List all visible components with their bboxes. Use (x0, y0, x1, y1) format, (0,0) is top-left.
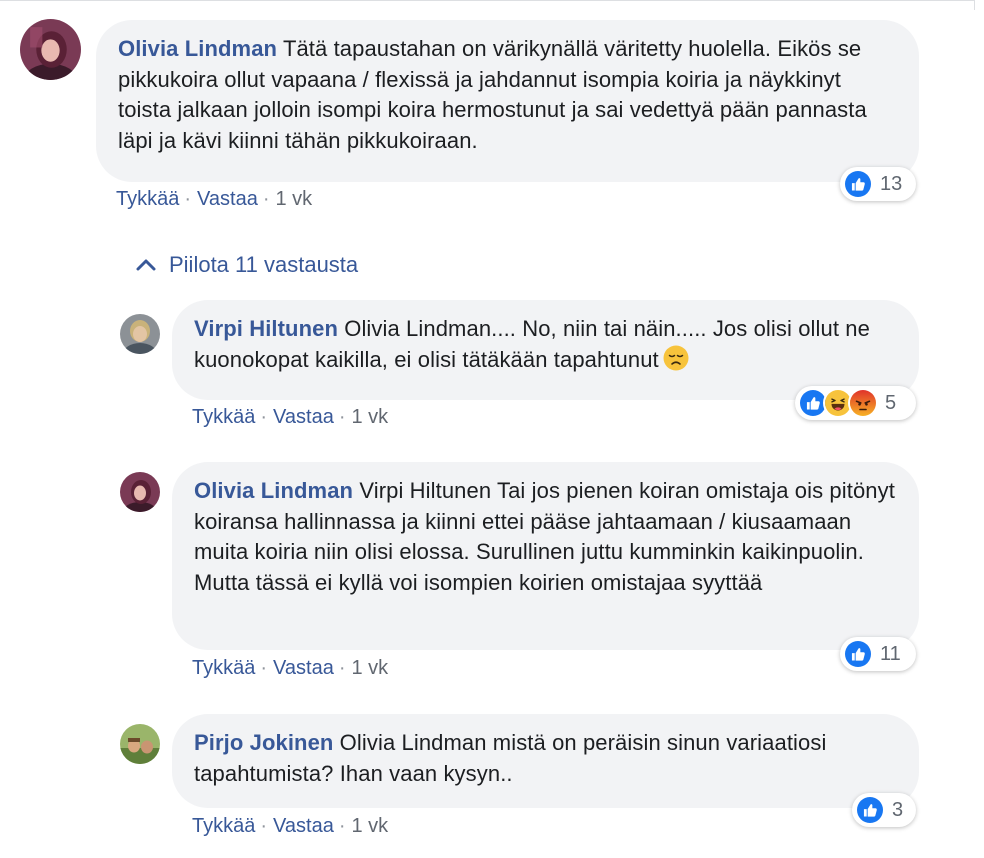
like-link[interactable]: Tykkää (192, 657, 255, 679)
top-border (0, 0, 975, 1)
right-border (974, 0, 975, 10)
reaction-summary[interactable]: 13 (840, 167, 916, 201)
avatar[interactable] (20, 19, 81, 80)
separator-dot: · (338, 815, 346, 837)
separator-dot: · (262, 188, 270, 210)
reaction-summary[interactable]: 3 (852, 793, 916, 827)
comment-bubble: Virpi Hiltunen Olivia Lindman.... No, ni… (172, 300, 919, 400)
avatar[interactable] (120, 724, 160, 764)
like-reaction-icon (843, 639, 873, 669)
comment-author[interactable]: Virpi Hiltunen (194, 316, 338, 341)
comment-author[interactable]: Pirjo Jokinen (194, 730, 333, 755)
comment-bubble: Olivia Lindman Tätä tapaustahan on värik… (96, 20, 919, 182)
reaction-count: 3 (892, 798, 904, 821)
hide-replies-label: Piilota 11 vastausta (169, 252, 359, 277)
avatar[interactable] (120, 472, 160, 512)
comment-timestamp[interactable]: 1 vk (351, 815, 388, 837)
reply-link[interactable]: Vastaa (197, 188, 258, 210)
comment-author[interactable]: Olivia Lindman (194, 478, 353, 503)
separator-dot: · (338, 657, 346, 679)
reaction-summary[interactable]: 11 (840, 637, 916, 671)
comment-actions: Tykkää · Vastaa · 1 vk (192, 815, 388, 838)
avatar[interactable] (120, 314, 160, 354)
comment-timestamp[interactable]: 1 vk (275, 188, 312, 210)
comment-bubble: Pirjo Jokinen Olivia Lindman mistä on pe… (172, 714, 919, 808)
like-link[interactable]: Tykkää (192, 406, 255, 428)
hide-replies-toggle[interactable]: Piilota 11 vastausta (135, 252, 358, 278)
separator-dot: · (260, 406, 268, 428)
comment-author[interactable]: Olivia Lindman (118, 36, 277, 61)
like-reaction-icon (843, 169, 873, 199)
separator-dot: · (260, 815, 268, 837)
comment-timestamp[interactable]: 1 vk (351, 406, 388, 428)
reaction-summary[interactable]: 5 (795, 386, 916, 420)
separator-dot: · (338, 406, 346, 428)
like-link[interactable]: Tykkää (192, 815, 255, 837)
like-reaction-icon (855, 795, 885, 825)
separator-dot: · (184, 188, 192, 210)
reaction-count: 13 (880, 172, 903, 195)
reaction-count: 5 (885, 391, 897, 414)
comment-actions: Tykkää · Vastaa · 1 vk (192, 406, 388, 429)
reply-link[interactable]: Vastaa (273, 657, 334, 679)
comment-bubble: Olivia Lindman Virpi Hiltunen Tai jos pi… (172, 462, 919, 650)
comment-actions: Tykkää · Vastaa · 1 vk (192, 657, 388, 680)
comment-timestamp[interactable]: 1 vk (351, 657, 388, 679)
angry-reaction-icon (848, 388, 878, 418)
reply-link[interactable]: Vastaa (273, 406, 334, 428)
disappointed-face-icon (663, 345, 689, 371)
reaction-count: 11 (880, 642, 901, 665)
separator-dot: · (260, 657, 268, 679)
like-link[interactable]: Tykkää (116, 188, 179, 210)
reply-link[interactable]: Vastaa (273, 815, 334, 837)
chevron-up-icon (136, 259, 156, 271)
comment-actions: Tykkää · Vastaa · 1 vk (116, 188, 312, 211)
